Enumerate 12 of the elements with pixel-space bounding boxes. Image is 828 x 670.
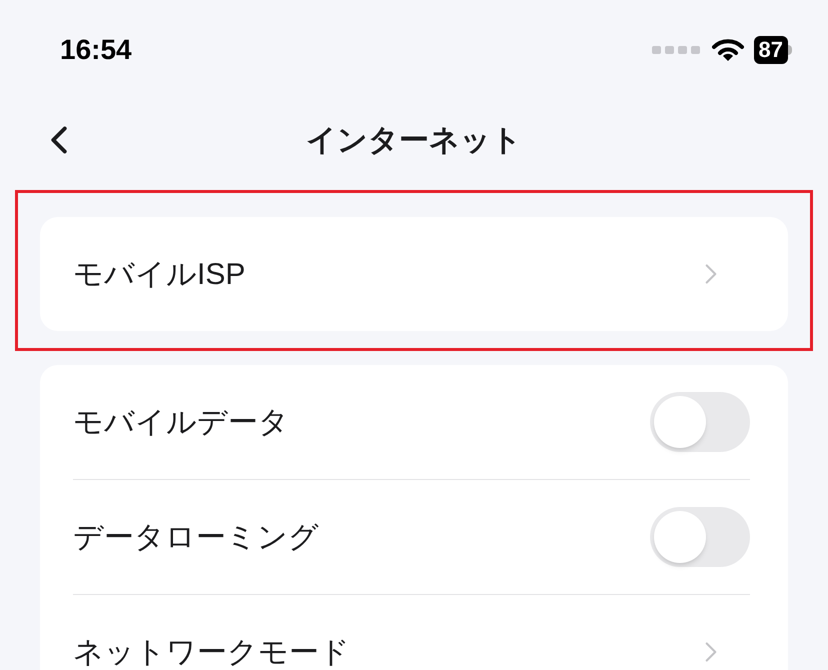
signal-icon bbox=[652, 45, 702, 55]
row-label: ネットワークモード bbox=[73, 634, 350, 670]
settings-row[interactable]: モバイルISP bbox=[40, 217, 788, 331]
wifi-icon bbox=[712, 38, 744, 62]
page-title: インターネット bbox=[306, 122, 522, 158]
settings-row[interactable]: ネットワークモード bbox=[40, 595, 788, 670]
row-label: モバイルISP bbox=[73, 256, 246, 292]
status-time: 16:54 bbox=[60, 33, 132, 67]
settings-row[interactable]: データローミング bbox=[40, 480, 788, 595]
settings-row[interactable]: モバイルデータ bbox=[40, 365, 788, 480]
row-label: モバイルデータ bbox=[73, 404, 289, 440]
row-label: データローミング bbox=[73, 520, 319, 556]
